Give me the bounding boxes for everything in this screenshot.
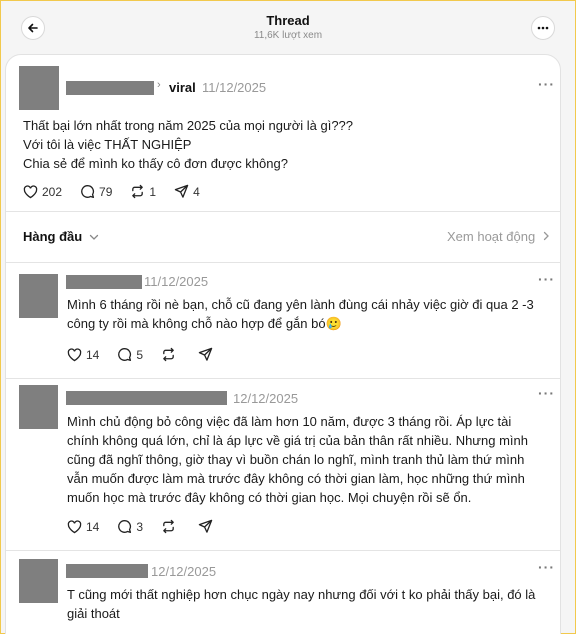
- like-button[interactable]: 14: [67, 348, 99, 362]
- reply-date: 11/12/2025: [144, 274, 209, 289]
- comment-icon: [81, 185, 95, 198]
- reply-actions: 14 3: [67, 519, 235, 534]
- reply-count: 79: [99, 184, 113, 199]
- post-line: Thất bại lớn nhất trong năm 2025 của mọi…: [23, 118, 354, 133]
- reply-item: 12/12/2025 ··· T cũng mới thất nghiệp hơ…: [6, 551, 560, 634]
- reply-line: Mình 6 tháng rồi nè bạn, chỗ cũ đang yên…: [67, 297, 534, 312]
- reply-line: Mình chủ động bỏ công việc đã làm hơn 10…: [67, 414, 512, 429]
- reply-item: 12/12/2025 ··· Mình chủ động bỏ công việ…: [6, 379, 560, 549]
- reply-line: cũng đã nghĩ thông, giờ thay vì buồn chá…: [67, 452, 525, 467]
- reply-body: Mình chủ động bỏ công việc đã làm hơn 10…: [67, 412, 528, 507]
- page-title: Thread: [266, 13, 310, 28]
- send-icon: [198, 347, 213, 361]
- repost-icon: [163, 347, 174, 362]
- redacted-username[interactable]: [66, 391, 227, 405]
- post-body: Thất bại lớn nhất trong năm 2025 của mọi…: [23, 116, 353, 173]
- reply-item: 11/12/2025 ··· Mình 6 tháng rồi nè bạn, …: [6, 263, 560, 377]
- reply-button[interactable]: 5: [117, 347, 143, 362]
- reply-body: T cũng mới thất nghiệp hơn chục ngày nay…: [67, 585, 535, 623]
- like-count: 202: [42, 184, 63, 199]
- share-count: 4: [193, 184, 200, 199]
- reply-body: Mình 6 tháng rồi nè bạn, chỗ cũ đang yên…: [67, 295, 534, 333]
- view-activity-label: Xem hoạt động: [447, 229, 536, 244]
- post-line: Chia sẻ để mình ko thấy cô đơn được khôn…: [23, 156, 288, 171]
- reply-button[interactable]: 3: [117, 519, 143, 534]
- reply-button[interactable]: 79: [80, 184, 112, 199]
- more-options-button[interactable]: [531, 16, 555, 40]
- redacted-username[interactable]: [66, 81, 154, 95]
- sort-row: Hàng đầu Xem hoạt động: [6, 212, 560, 260]
- like-button[interactable]: 202: [23, 185, 62, 199]
- main-post: › viral 11/12/2025 ··· Thất bại lớn nhất…: [6, 55, 560, 210]
- repost-button[interactable]: [161, 519, 180, 534]
- reply-line: vẫn muốn được làm mà trước đây không có …: [67, 471, 525, 486]
- avatar[interactable]: [19, 385, 58, 429]
- heart-icon: [23, 184, 38, 198]
- repost-button[interactable]: [161, 347, 180, 362]
- send-icon: [198, 519, 213, 533]
- top-bar: Thread 11,6K lượt xem: [0, 0, 576, 54]
- reply-line: giải thoát: [67, 606, 120, 621]
- heart-icon: [67, 519, 82, 533]
- reply-count: 3: [136, 519, 144, 534]
- reply-date: 12/12/2025: [233, 391, 299, 406]
- view-count: 11,6K lượt xem: [253, 30, 323, 41]
- reply-more-button[interactable]: ···: [538, 559, 555, 575]
- heart-icon: [67, 347, 82, 361]
- more-icon: [537, 26, 549, 30]
- avatar[interactable]: [19, 274, 58, 318]
- chevron-down-icon: [89, 234, 99, 240]
- like-count: 14: [86, 519, 100, 534]
- reply-line: chính không quá lớn, chỉ là áp lực về gi…: [67, 433, 528, 448]
- redacted-username[interactable]: [66, 564, 148, 578]
- chevron-right-icon: ›: [157, 79, 161, 91]
- post-actions: 202 79 1 4: [23, 184, 218, 199]
- chevron-right-icon: [543, 231, 549, 241]
- like-count: 14: [86, 347, 100, 362]
- reply-count: 5: [136, 347, 144, 362]
- repost-icon: [132, 184, 144, 199]
- repost-count: 1: [149, 184, 157, 199]
- reply-line: T cũng mới thất nghiệp hơn chục ngày nay…: [67, 587, 536, 602]
- post-more-button[interactable]: ···: [538, 76, 555, 92]
- post-date: 11/12/2025: [202, 80, 267, 95]
- reply-line: công ty rồi mà không chỗ nào hợp để gắn …: [67, 316, 342, 331]
- share-button[interactable]: 4: [174, 184, 200, 199]
- reply-more-button[interactable]: ···: [538, 385, 555, 401]
- avatar[interactable]: [19, 66, 59, 110]
- thread-card: › viral 11/12/2025 ··· Thất bại lớn nhất…: [5, 54, 561, 634]
- reply-actions: 14 5: [67, 347, 235, 362]
- post-line: Với tôi là việc THẤT NGHIỆP: [23, 137, 192, 152]
- send-icon: [174, 184, 189, 198]
- share-button[interactable]: [198, 347, 217, 362]
- share-button[interactable]: [198, 519, 217, 534]
- view-activity-link[interactable]: Xem hoạt động: [447, 229, 550, 244]
- reply-line: muốn học mà trước đây không có thời gian…: [67, 490, 472, 505]
- like-button[interactable]: 14: [67, 520, 99, 534]
- reply-date: 12/12/2025: [151, 564, 217, 579]
- community-name[interactable]: viral: [169, 80, 196, 95]
- repost-icon: [163, 519, 174, 534]
- comment-icon: [118, 520, 132, 533]
- avatar[interactable]: [19, 559, 58, 603]
- reply-more-button[interactable]: ···: [538, 271, 555, 287]
- redacted-username[interactable]: [66, 275, 142, 289]
- sort-dropdown[interactable]: Hàng đầu: [23, 229, 99, 244]
- comment-icon: [118, 348, 132, 361]
- sort-label: Hàng đầu: [23, 229, 83, 244]
- repost-button[interactable]: 1: [130, 184, 156, 199]
